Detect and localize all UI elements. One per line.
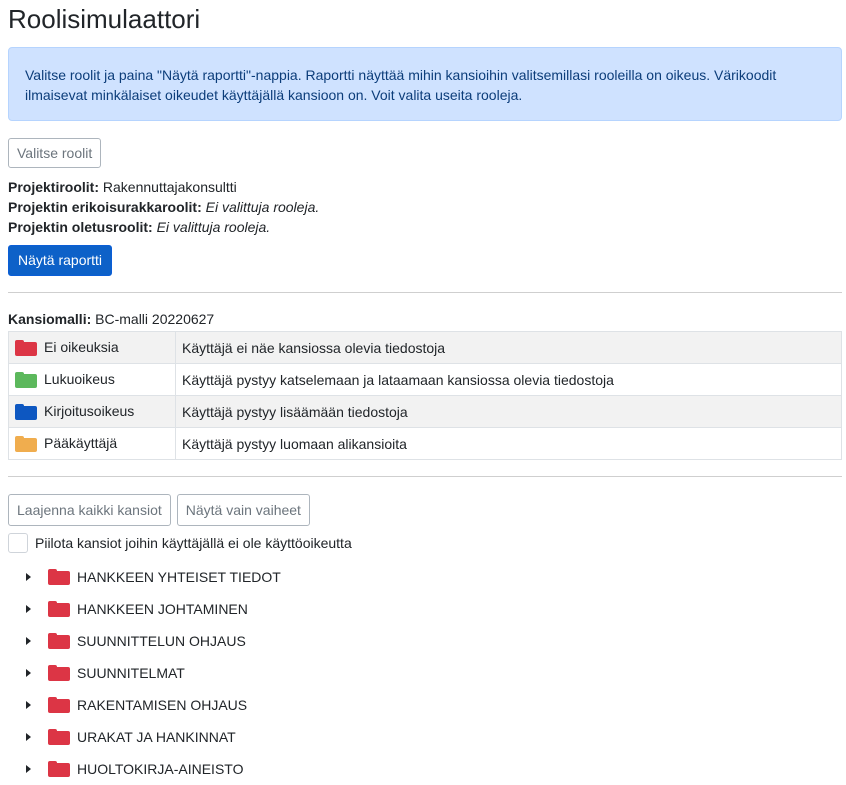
folder-icon [48, 665, 70, 681]
folder-model: Kansiomalli: BC-malli 20220627 [8, 309, 842, 329]
expand-caret-icon[interactable] [26, 573, 31, 581]
folder-name: URAKAT JA HANKINNAT [77, 729, 236, 745]
expand-caret-icon[interactable] [26, 765, 31, 773]
legend-name-cell: Pääkäyttäjä [8, 427, 176, 460]
expand-all-button[interactable]: Laajenna kaikki kansiot [8, 494, 171, 526]
page: Roolisimulaattori Valitse roolit ja pain… [0, 0, 842, 785]
folder-model-value: BC-malli 20220627 [95, 311, 215, 327]
legend-name: Lukuoikeus [44, 370, 115, 387]
folder-model-label: Kansiomalli: [8, 311, 92, 327]
legend-row: Lukuoikeus Käyttäjä pystyy katselemaan ja… [8, 363, 842, 396]
folder-name: RAKENTAMISEN OHJAUS [77, 697, 248, 713]
legend-name-cell: Kirjoitusoikeus [8, 395, 176, 428]
tree-folder-row[interactable]: RAKENTAMISEN OHJAUS [8, 689, 842, 721]
show-phases-button[interactable]: Näytä vain vaiheet [176, 494, 310, 526]
folder-name: HUOLTOKIRJA-AINEISTO [77, 761, 244, 777]
tree-folder-row[interactable]: HANKKEEN YHTEISET TIEDOT [8, 561, 842, 593]
divider [8, 292, 842, 293]
tree-folder-row[interactable]: SUUNNITELMAT [8, 657, 842, 689]
tree-folder-row[interactable]: HANKKEEN JOHTAMINEN [8, 593, 842, 625]
legend-name: Ei oikeuksia [44, 338, 119, 355]
info-alert: Valitse roolit ja paina "Näytä raportti"… [8, 47, 842, 121]
expand-caret-icon[interactable] [26, 605, 31, 613]
project-roles-label: Projektiroolit: [8, 179, 100, 195]
folder-icon [48, 697, 70, 713]
show-report-button[interactable]: Näytä raportti [8, 245, 113, 276]
folder-icon [48, 729, 70, 745]
legend-desc: Käyttäjä ei näe kansiossa olevia tiedost… [175, 331, 842, 364]
select-roles-button[interactable]: Valitse roolit [8, 138, 102, 168]
default-roles-label: Projektin oletusroolit: [8, 219, 153, 235]
page-title: Roolisimulaattori [8, 4, 201, 34]
folder-icon [48, 633, 70, 649]
special-roles-value: Ei valittuja rooleja. [205, 199, 320, 215]
folder-icon [15, 340, 37, 357]
legend-row: Pääkäyttäjä Käyttäjä pystyy luomaan alika… [8, 427, 842, 460]
folder-tree: HANKKEEN YHTEISET TIEDOT HANKKEEN JOHTAMI… [8, 561, 842, 785]
expand-caret-icon[interactable] [26, 733, 31, 741]
tree-folder-row[interactable]: SUUNNITTELUN OHJAUS [8, 625, 842, 657]
legend-name: Kirjoitusoikeus [44, 402, 135, 419]
tree-folder-row[interactable]: URAKAT JA HANKINNAT [8, 721, 842, 753]
legend-desc: Käyttäjä pystyy lisäämään tiedostoja [175, 395, 842, 428]
folder-icon [48, 569, 70, 585]
hide-folders-checkbox[interactable] [8, 533, 28, 553]
folder-name: SUUNNITELMAT [77, 665, 185, 681]
legend-name-cell: Lukuoikeus [8, 363, 176, 396]
tree-folder-row[interactable]: HUOLTOKIRJA-AINEISTO [8, 753, 842, 785]
legend-row: Ei oikeuksia Käyttäjä ei näe kansiossa ol… [8, 331, 842, 364]
hide-folders-label: Piilota kansiot joihin käyttäjällä ei ol… [35, 535, 352, 551]
expand-caret-icon[interactable] [26, 637, 31, 645]
folder-icon [15, 372, 37, 389]
expand-caret-icon[interactable] [26, 701, 31, 709]
legend-name-cell: Ei oikeuksia [8, 331, 176, 364]
folder-name: HANKKEEN JOHTAMINEN [77, 601, 248, 617]
folder-icon [48, 761, 70, 777]
legend-name: Pääkäyttäjä [44, 434, 118, 451]
legend-table: Ei oikeuksia Käyttäjä ei näe kansiossa ol… [8, 331, 842, 460]
folder-name: HANKKEEN YHTEISET TIEDOT [77, 569, 281, 585]
legend-desc: Käyttäjä pystyy katselemaan ja lataamaan… [175, 363, 842, 396]
special-roles-label: Projektin erikoisurakkaroolit: [8, 199, 202, 215]
folder-name: SUUNNITTELUN OHJAUS [77, 633, 246, 649]
folder-icon [15, 436, 37, 453]
hide-folders-option[interactable]: Piilota kansiot joihin käyttäjällä ei ol… [8, 531, 842, 555]
legend-row: Kirjoitusoikeus Käyttäjä pystyy lisäämään… [8, 395, 842, 428]
selected-roles: Projektiroolit: Rakennuttajakonsultti Pr… [8, 177, 842, 237]
folder-icon [48, 601, 70, 617]
expand-caret-icon[interactable] [26, 669, 31, 677]
legend-desc: Käyttäjä pystyy luomaan alikansioita [175, 427, 842, 460]
divider [8, 476, 842, 477]
project-roles-value: Rakennuttajakonsultti [102, 179, 237, 195]
default-roles-value: Ei valittuja rooleja. [156, 219, 271, 235]
folder-icon [15, 404, 37, 421]
